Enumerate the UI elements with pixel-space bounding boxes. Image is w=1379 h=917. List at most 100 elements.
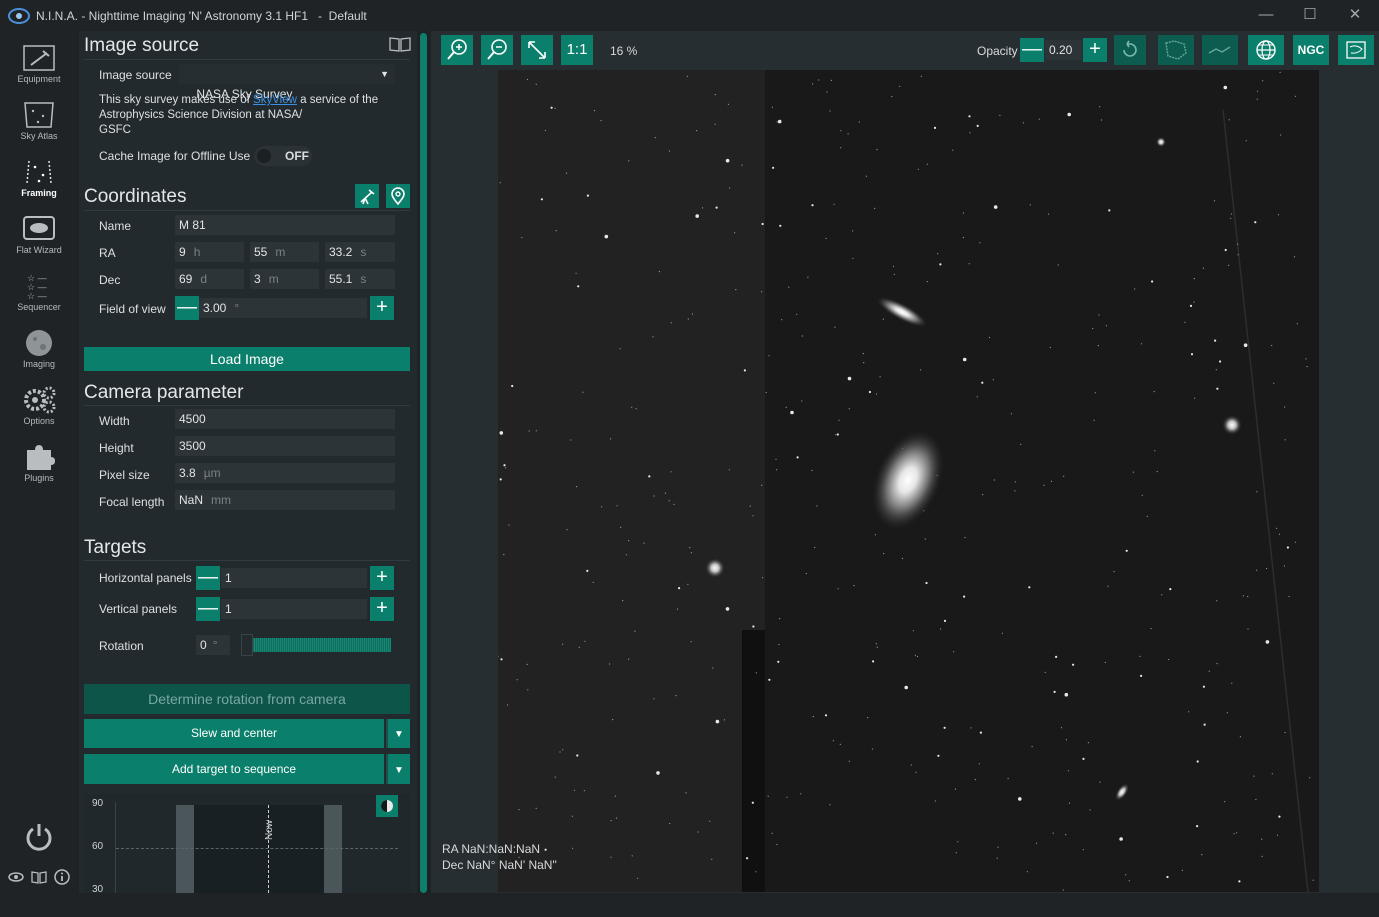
star [715, 206, 718, 209]
cache-toggle-state: OFF [285, 149, 309, 163]
skyview-link[interactable]: SkyView [253, 94, 297, 106]
star [800, 793, 802, 795]
star [499, 182, 501, 184]
close-button[interactable]: ✕ [1342, 4, 1368, 26]
dec-seconds-input[interactable]: 55.1 s [325, 269, 395, 289]
ra-minutes-input[interactable]: 55 m [250, 242, 319, 262]
star [874, 207, 876, 209]
star [830, 79, 832, 81]
height-input[interactable]: 3500 [175, 436, 395, 456]
eye-icon[interactable] [8, 870, 24, 884]
power-icon[interactable] [24, 821, 54, 853]
zoom-out-button[interactable] [481, 35, 513, 65]
target-name-input[interactable]: M 81 [175, 215, 395, 235]
nav-plugins[interactable]: Plugins [0, 438, 78, 492]
opacity-increase-button[interactable]: + [1083, 38, 1107, 62]
rotation-slider[interactable] [241, 634, 391, 656]
star [1243, 343, 1248, 348]
rotate-button[interactable] [1114, 35, 1146, 65]
chevron-down-icon: ▼ [380, 69, 389, 79]
star [604, 234, 609, 239]
maximize-button[interactable]: ☐ [1297, 4, 1323, 26]
load-image-button[interactable]: Load Image [84, 347, 410, 371]
hpanels-increase-button[interactable]: + [370, 566, 394, 590]
hpanels-decrease-button[interactable]: — [196, 566, 220, 590]
fov-decrease-button[interactable]: — [175, 296, 199, 320]
ra-hours-input[interactable]: 9h [175, 242, 244, 262]
constellation-lines-button[interactable] [1202, 35, 1238, 65]
book-open-icon[interactable] [389, 36, 411, 52]
star [1035, 842, 1038, 844]
star [678, 587, 681, 590]
star [899, 85, 901, 87]
annotate-map-button[interactable] [1338, 35, 1374, 65]
location-button[interactable] [386, 184, 410, 208]
nav-framing[interactable]: Framing [0, 153, 78, 207]
ngc-button[interactable]: NGC [1293, 35, 1329, 65]
width-label: Width [99, 414, 130, 428]
rotation-input[interactable]: 0 ° [196, 635, 230, 655]
dec-minutes-input[interactable]: 3m [250, 269, 319, 289]
dec-degrees-input[interactable]: 69 d [175, 269, 244, 289]
star [788, 286, 790, 288]
gears-icon [24, 386, 56, 414]
star [1247, 628, 1249, 630]
star [1284, 731, 1286, 734]
add-target-options-dropdown[interactable]: ▼ [386, 754, 410, 784]
star [631, 406, 633, 408]
opacity-decrease-button[interactable]: — [1020, 38, 1044, 62]
fov-increase-button[interactable]: + [370, 296, 394, 320]
nav-imaging[interactable]: Imaging [0, 324, 78, 378]
star [714, 123, 716, 125]
nav-sequencer[interactable]: ☆ — ☆ — ☆ — Sequencer [0, 267, 78, 321]
cache-toggle[interactable]: OFF [254, 146, 312, 166]
vpanels-increase-button[interactable]: + [370, 597, 394, 621]
zoom-in-button[interactable] [441, 35, 473, 65]
constellation-boundaries-button[interactable] [1158, 35, 1194, 65]
grid-button[interactable] [1248, 35, 1284, 65]
book-icon[interactable] [31, 870, 47, 884]
sky-survey-image[interactable] [498, 70, 1319, 892]
moon-phase-button[interactable] [376, 795, 398, 817]
image-source-label: Image source [99, 68, 172, 82]
star [952, 149, 954, 151]
slew-and-center-button[interactable]: Slew and center [84, 719, 384, 748]
star [1204, 723, 1206, 725]
nav-options[interactable]: Options [0, 381, 78, 435]
nav-sky-atlas[interactable]: Sky Atlas [0, 96, 78, 150]
star [891, 95, 893, 98]
minimize-button[interactable]: — [1253, 4, 1279, 26]
star [1224, 801, 1226, 803]
nav-equipment[interactable]: Equipment [0, 39, 78, 93]
slew-options-dropdown[interactable]: ▼ [386, 719, 410, 748]
star [1065, 834, 1067, 836]
star [934, 800, 936, 802]
focal-length-label: Focal length [99, 495, 165, 509]
vpanels-decrease-button[interactable]: — [196, 597, 220, 621]
image-source-select[interactable]: NASA Sky Survey ▼ [179, 64, 395, 101]
vpanels-input[interactable]: 1 [221, 599, 367, 619]
star [1128, 880, 1130, 882]
add-target-to-sequence-button[interactable]: Add target to sequence [84, 754, 384, 784]
fov-input[interactable]: 3.00 ° [199, 298, 367, 318]
star [962, 236, 964, 239]
star [634, 630, 636, 632]
fit-to-screen-button[interactable] [521, 35, 553, 65]
pixel-size-input[interactable]: 3.8 µm [175, 463, 395, 483]
focal-length-input[interactable]: NaN mm [175, 490, 395, 510]
panel-scrollbar-thumb[interactable] [420, 33, 427, 893]
get-telescope-coords-button[interactable] [355, 184, 379, 208]
rotation-slider-thumb[interactable] [241, 634, 253, 656]
height-label: Height [99, 441, 134, 455]
hpanels-input[interactable]: 1 [221, 568, 367, 588]
star [664, 492, 666, 494]
ra-seconds-input[interactable]: 33.2 s [325, 242, 395, 262]
one-to-one-button[interactable]: 1:1 [561, 35, 593, 65]
width-input[interactable]: 4500 [175, 409, 395, 429]
star [1288, 596, 1290, 598]
opacity-input[interactable]: 0.20 [1045, 40, 1082, 60]
info-icon[interactable] [54, 869, 70, 885]
star [652, 336, 654, 338]
determine-rotation-button[interactable]: Determine rotation from camera [84, 684, 410, 714]
nav-flat-wizard[interactable]: Flat Wizard [0, 210, 78, 264]
